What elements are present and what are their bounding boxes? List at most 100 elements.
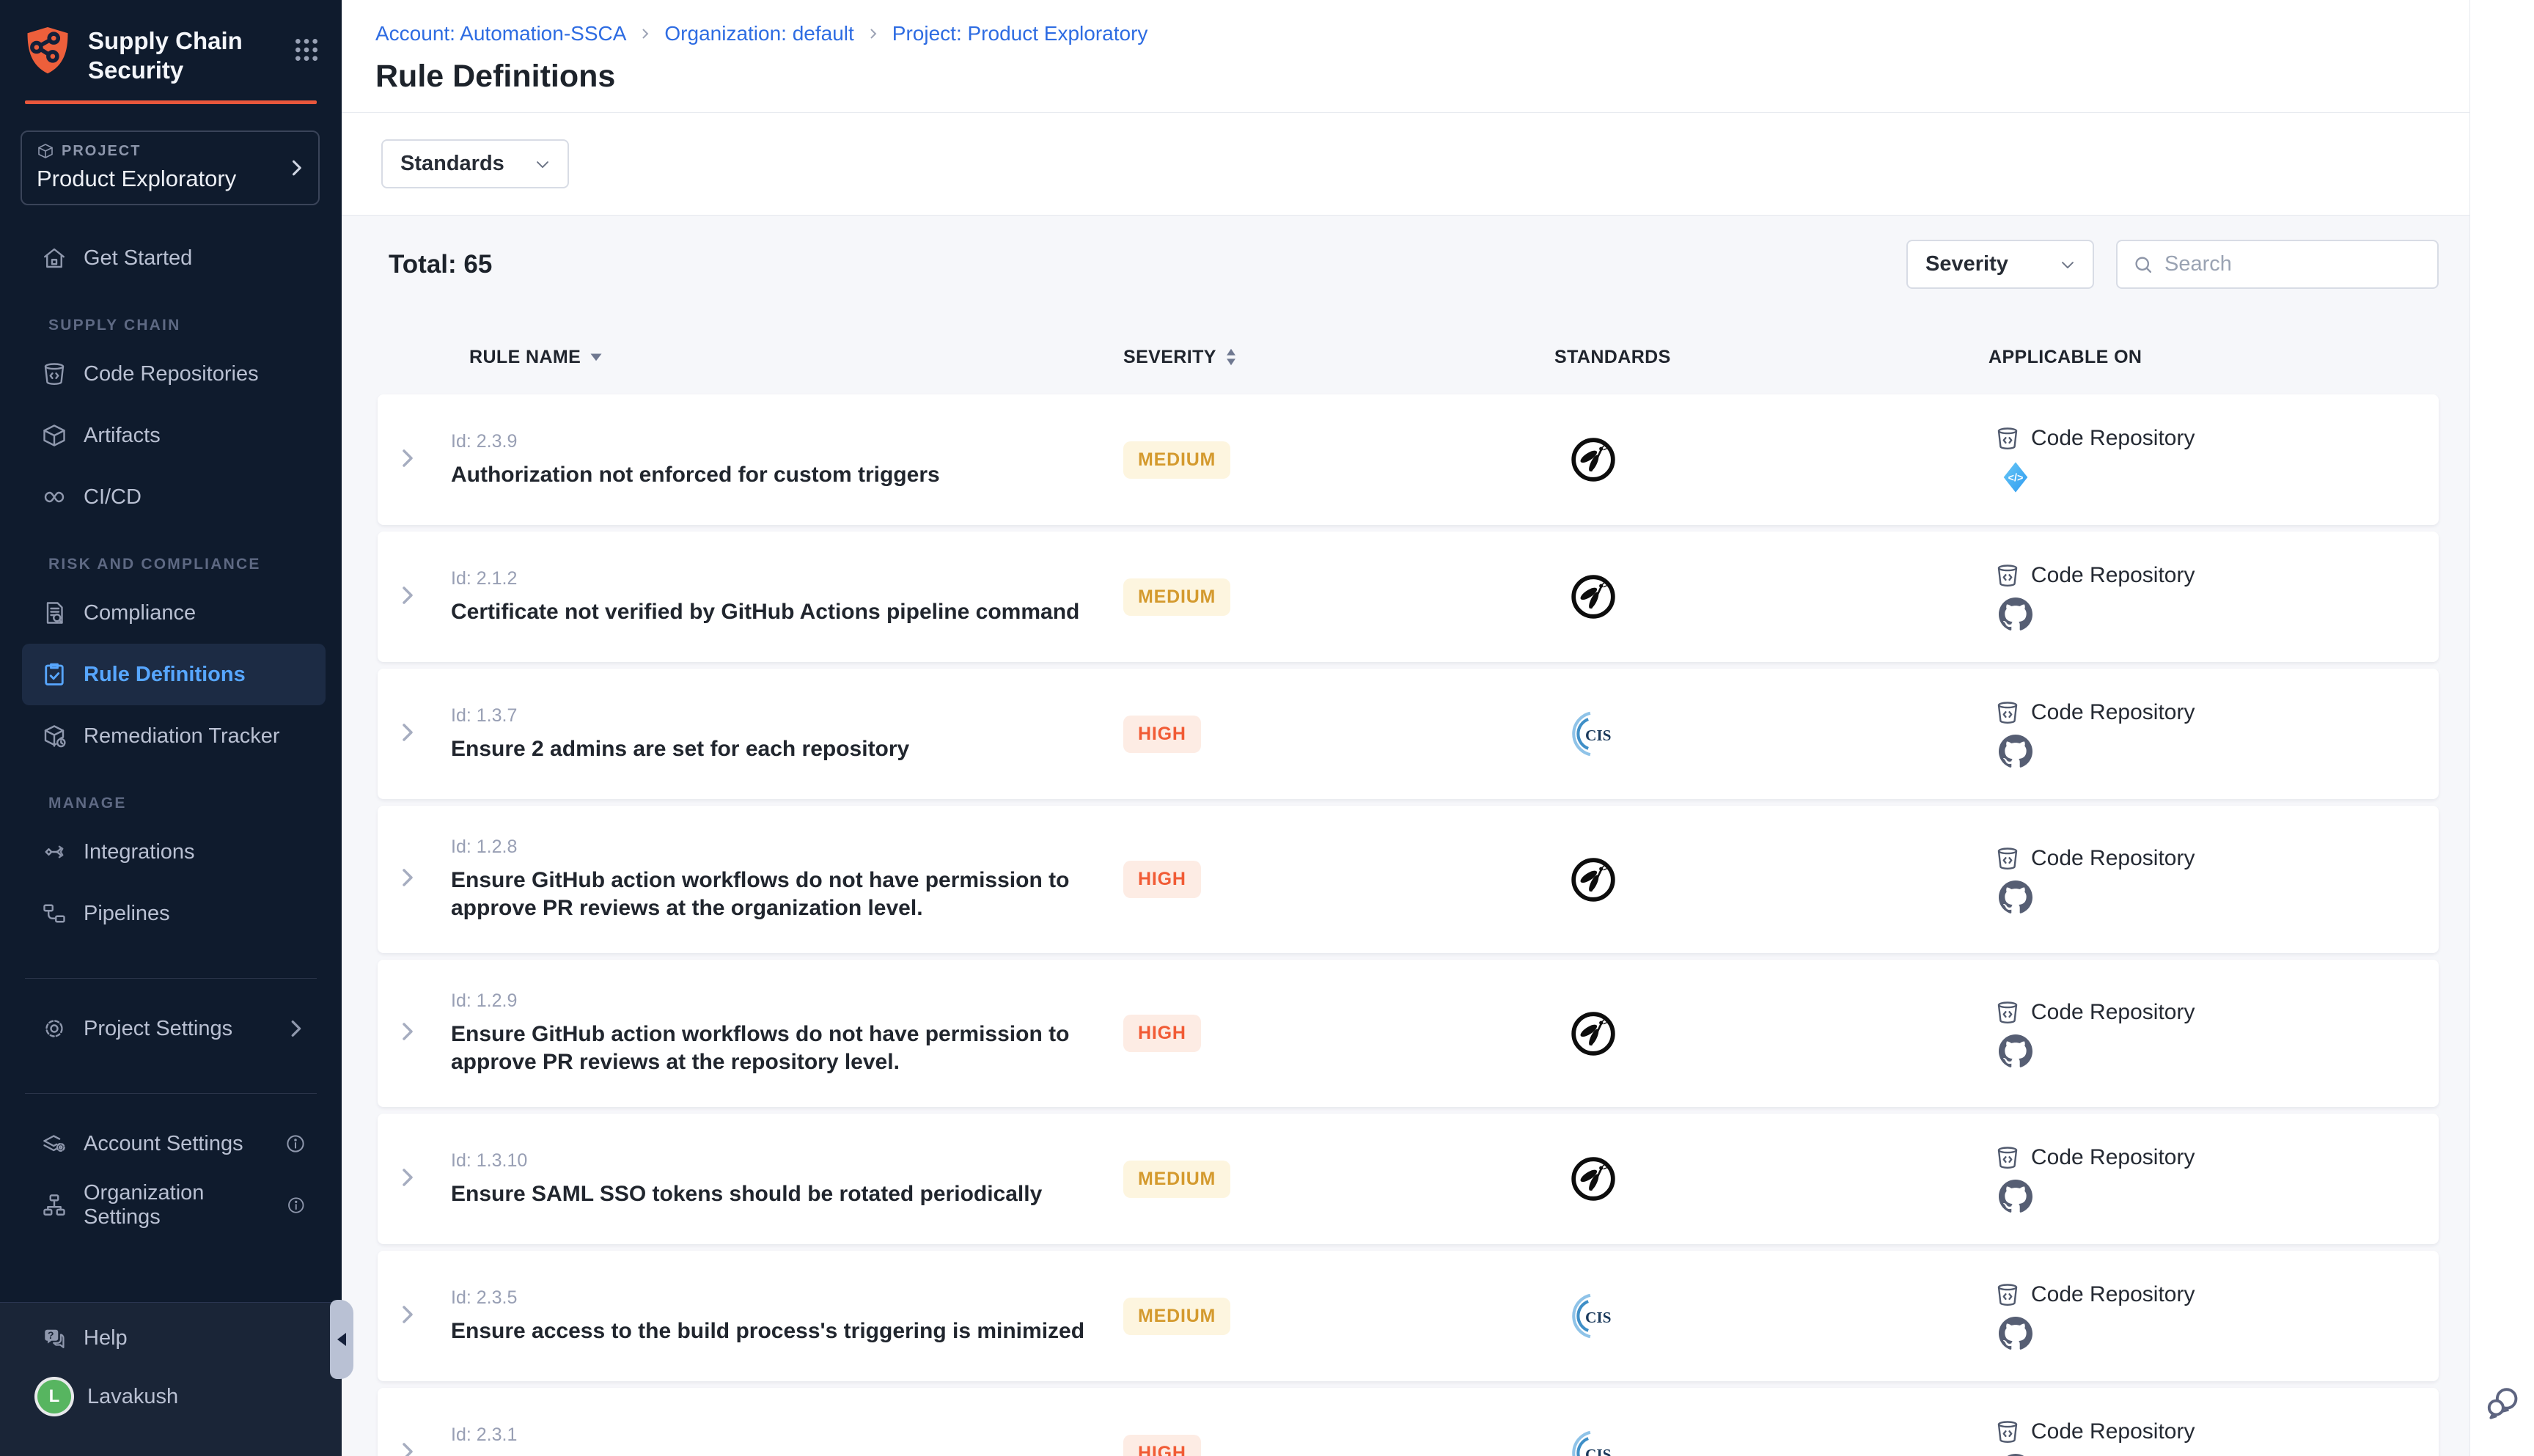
sidebar-item-account-settings[interactable]: Account Settings (22, 1113, 326, 1174)
applicable-on-cell: Code Repository (1994, 1419, 2439, 1456)
breadcrumb-chevron-icon (866, 26, 881, 41)
rules-table-body: Id: 2.3.9 Authorization not enforced for… (378, 394, 2439, 1456)
table-row[interactable]: Id: 2.3.9 Authorization not enforced for… (378, 394, 2439, 525)
accent-divider (25, 100, 317, 104)
severity-badge: MEDIUM (1123, 1298, 1230, 1335)
row-expand-chevron-icon[interactable] (395, 721, 419, 744)
row-expand-chevron-icon[interactable] (395, 584, 419, 607)
owasp-icon (1569, 1010, 1617, 1058)
sidebar-item-organization-settings[interactable]: Organization Settings (22, 1174, 326, 1236)
search-input[interactable] (2164, 252, 2424, 276)
project-selector[interactable]: PROJECT Product Exploratory (21, 130, 320, 205)
page-title: Rule Definitions (375, 59, 2469, 112)
severity-badge: MEDIUM (1123, 1161, 1230, 1198)
sidebar-item-label: Organization Settings (84, 1181, 270, 1229)
providers (1994, 880, 2439, 914)
sidebar-item-remediation-tracker[interactable]: Remediation Tracker (22, 705, 326, 767)
severity-filter-dropdown[interactable]: Severity (1906, 240, 2094, 289)
compliance-icon (41, 600, 67, 626)
total-count: Total: 65 (389, 250, 492, 279)
sidebar-collapse-handle[interactable] (330, 1300, 353, 1379)
chat-support-icon[interactable] (2483, 1384, 2522, 1422)
sidebar-item-artifacts[interactable]: Artifacts (22, 405, 326, 466)
sidebar-item-get-started[interactable]: Get Started (22, 227, 326, 289)
breadcrumb: Account: Automation-SSCA Organization: d… (375, 22, 2469, 45)
row-expand-chevron-icon[interactable] (395, 1303, 419, 1326)
providers (1994, 1180, 2439, 1213)
severity-badge: HIGH (1123, 1015, 1201, 1052)
collapse-left-triangle-icon (337, 1333, 346, 1346)
providers (1994, 735, 2439, 768)
code-repository-icon (1994, 562, 2021, 589)
table-row[interactable]: Id: 1.2.9 Ensure GitHub action workflows… (378, 960, 2439, 1107)
sidebar-item-compliance[interactable]: Compliance (22, 582, 326, 644)
standards-cell (1569, 573, 1994, 621)
standards-cell (1569, 1010, 1994, 1058)
rule-name: Certificate not verified by GitHub Actio… (451, 598, 1123, 626)
sidebar-item-label: Project Settings (84, 1017, 232, 1041)
applicable-label: Code Repository (2031, 700, 2195, 725)
column-header-severity[interactable]: SEVERITY (1123, 347, 1554, 368)
applicable-on-cell: Code Repository (1994, 562, 2439, 631)
standards-filter-label: Standards (400, 152, 504, 176)
column-header-applicable-on: APPLICABLE ON (1988, 347, 2439, 368)
column-header-rule-name[interactable]: RULE NAME (469, 347, 1123, 368)
sidebar-item-project-settings[interactable]: Project Settings (22, 998, 326, 1059)
help-chat-icon: ? (41, 1325, 67, 1351)
svg-text:?: ? (48, 1330, 54, 1342)
breadcrumb-organization[interactable]: Organization: default (664, 22, 853, 45)
rule-name: Ensure GitHub action workflows do not ha… (451, 867, 1123, 922)
sidebar-item-label: Code Repositories (84, 362, 259, 386)
row-expand-chevron-icon[interactable] (395, 1440, 419, 1456)
table-row[interactable]: Id: 1.2.8 Ensure GitHub action workflows… (378, 806, 2439, 953)
applicable-on-cell: Code Repository (1994, 845, 2439, 914)
row-expand-chevron-icon[interactable] (395, 1020, 419, 1043)
account-settings-icon (41, 1130, 67, 1157)
owasp-icon (1569, 1155, 1617, 1203)
table-row[interactable]: Id: 2.3.1 Ensure all build steps are def… (378, 1388, 2439, 1456)
code-repository-icon (1994, 1419, 2021, 1445)
sidebar-item-label: Artifacts (84, 424, 161, 448)
providers (1994, 1317, 2439, 1350)
rule-name: Ensure SAML SSO tokens should be rotated… (451, 1180, 1123, 1208)
table-row[interactable]: Id: 2.1.2 Certificate not verified by Gi… (378, 532, 2439, 662)
table-row[interactable]: Id: 1.3.7 Ensure 2 admins are set for ea… (378, 669, 2439, 799)
rule-definitions-icon (41, 661, 67, 688)
svg-text:CIS: CIS (1585, 1446, 1612, 1456)
rule-id: Id: 2.1.2 (451, 568, 1123, 589)
breadcrumb-account[interactable]: Account: Automation-SSCA (375, 22, 626, 45)
code-repository-icon (1994, 845, 2021, 872)
table-row[interactable]: Id: 2.3.5 Ensure access to the build pro… (378, 1251, 2439, 1381)
row-expand-chevron-icon[interactable] (395, 866, 419, 889)
applicable-label: Code Repository (2031, 563, 2195, 588)
standards-cell (1569, 435, 1994, 484)
providers: </> (1994, 460, 2439, 494)
gear-icon (41, 1015, 67, 1042)
breadcrumb-project[interactable]: Project: Product Exploratory (892, 22, 1148, 45)
sidebar-item-pipelines[interactable]: Pipelines (22, 883, 326, 944)
row-expand-chevron-icon[interactable] (395, 1166, 419, 1189)
artifacts-icon (41, 422, 67, 449)
applicable-on-cell: Code Repository (1994, 999, 2439, 1068)
standards-cell (1569, 1155, 1994, 1203)
row-expand-chevron-icon[interactable] (395, 446, 419, 470)
table-row[interactable]: Id: 1.3.10 Ensure SAML SSO tokens should… (378, 1114, 2439, 1244)
right-rail (2469, 0, 2534, 1456)
cis-icon: CIS (1569, 1292, 1617, 1340)
standards-filter-dropdown[interactable]: Standards (381, 139, 569, 188)
project-name: Product Exploratory (37, 166, 305, 192)
sidebar-item-integrations[interactable]: Integrations (22, 821, 326, 883)
sidebar-item-rule-definitions[interactable]: Rule Definitions (22, 644, 326, 705)
app-switcher-grid-icon[interactable] (292, 35, 321, 65)
rule-id: Id: 2.3.1 (451, 1424, 1123, 1446)
sidebar-item-help[interactable]: ? Help (22, 1309, 326, 1367)
github-icon (1999, 1317, 2032, 1350)
user-menu[interactable]: L Lavakush (22, 1367, 326, 1426)
nav-section-heading-risk-and-compliance: RISK AND COMPLIANCE (0, 547, 342, 582)
breadcrumb-chevron-icon (638, 26, 653, 41)
applicable-label: Code Repository (2031, 1419, 2195, 1444)
filter-toolbar: Standards (342, 113, 2469, 216)
rule-name: Authorization not enforced for custom tr… (451, 461, 1123, 489)
sidebar-item-code-repositories[interactable]: Code Repositories (22, 343, 326, 405)
sidebar-item-ci-cd[interactable]: CI/CD (22, 466, 326, 528)
